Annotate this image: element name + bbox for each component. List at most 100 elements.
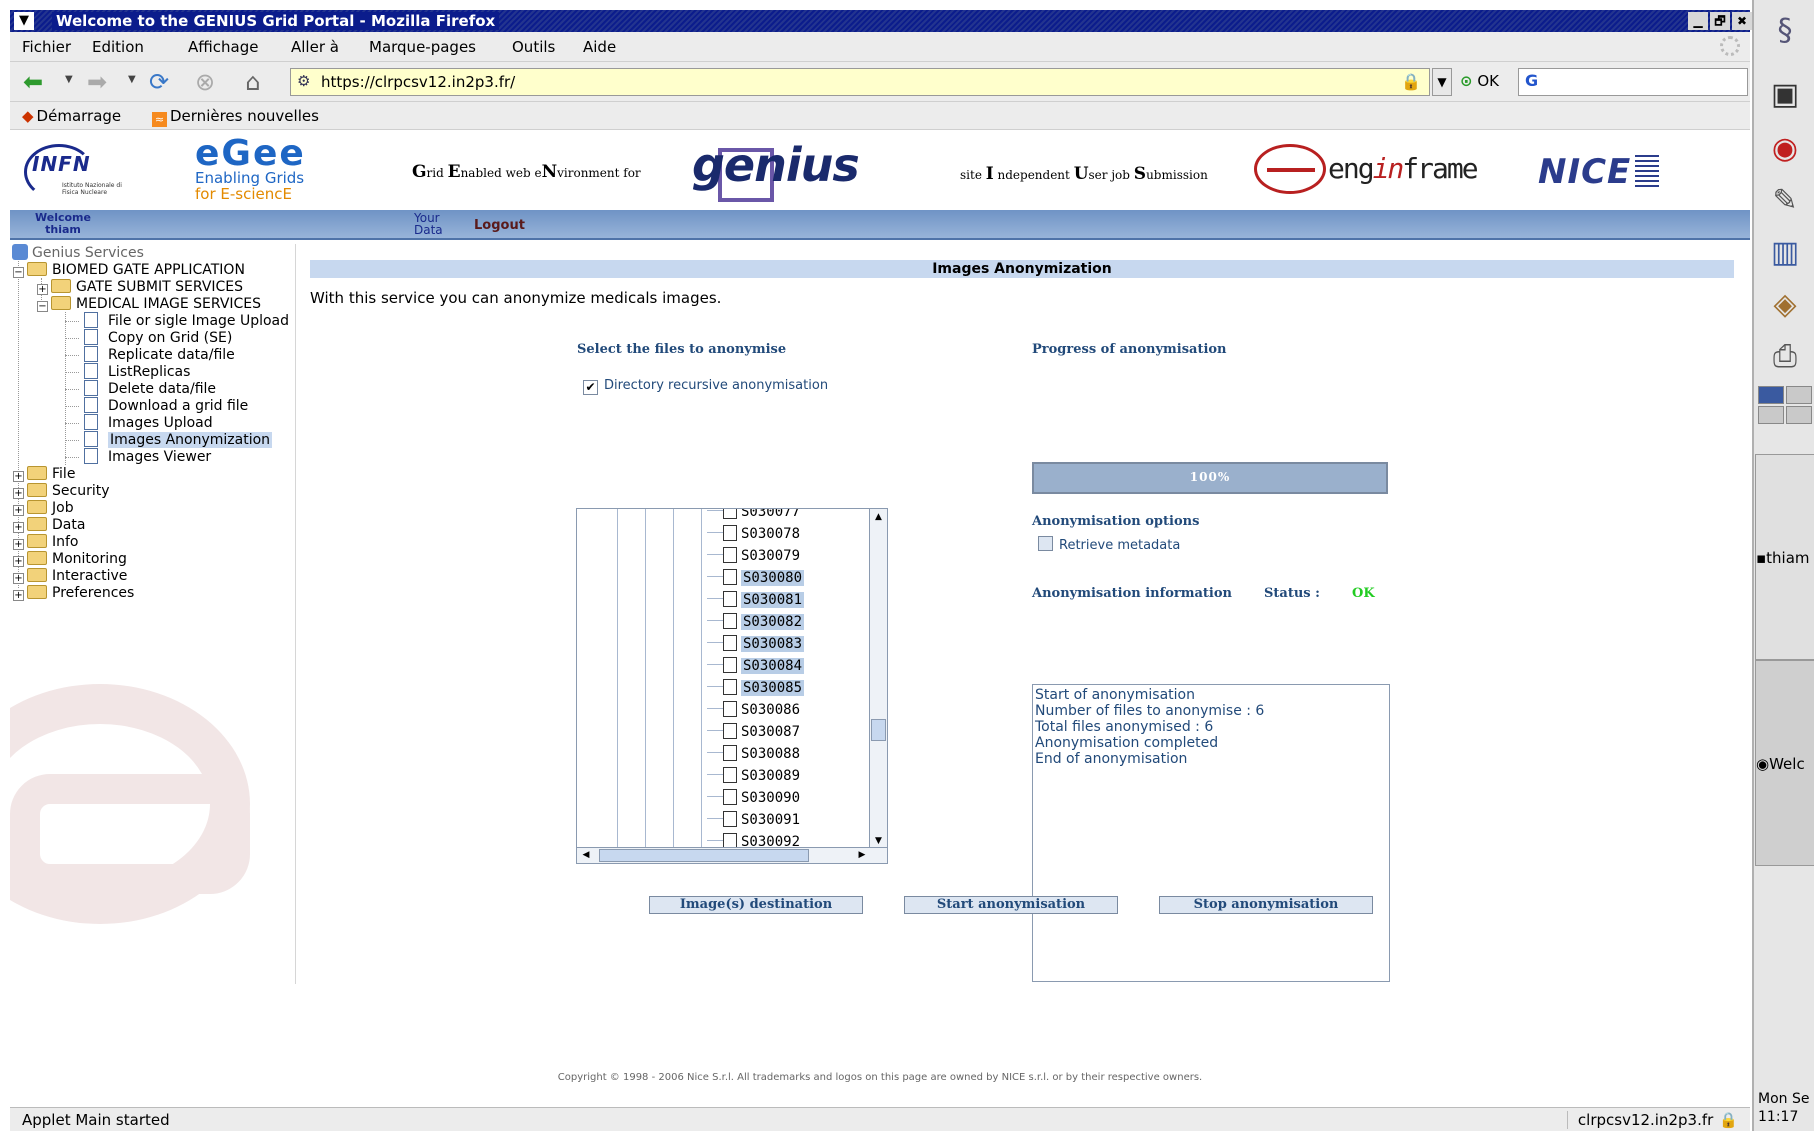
- file-row[interactable]: S030085: [707, 679, 805, 698]
- kde-menu-icon[interactable]: §: [1760, 8, 1810, 54]
- back-dropdown-icon[interactable]: ▼: [65, 74, 73, 85]
- retrieve-metadata-checkbox[interactable]: Retrieve metadata: [1038, 536, 1180, 553]
- expand-icon[interactable]: +: [13, 471, 24, 482]
- horizontal-scrollbar[interactable]: ◀ ▶: [577, 847, 887, 863]
- menu-fichier[interactable]: Fichier: [22, 38, 71, 56]
- bookmark-demarrage[interactable]: ◆ Démarrage: [22, 107, 121, 125]
- workspace-3[interactable]: [1758, 406, 1784, 424]
- file-row[interactable]: S030091: [707, 811, 800, 830]
- menu-aide[interactable]: Aide: [583, 38, 616, 56]
- tree-folder-file[interactable]: + File: [13, 465, 75, 483]
- tree-item-copy[interactable]: Copy on Grid (SE): [84, 329, 232, 347]
- forward-icon[interactable]: ➡: [82, 68, 112, 96]
- start-anonymisation-button[interactable]: Start anonymisation: [904, 896, 1118, 914]
- tree-folder-data[interactable]: + Data: [13, 516, 85, 534]
- home-icon[interactable]: ⌂: [238, 68, 268, 96]
- maximize-button[interactable]: 🗗: [1710, 12, 1730, 30]
- logout-link[interactable]: Logout: [474, 218, 525, 233]
- office-icon[interactable]: ▥: [1760, 230, 1810, 276]
- file-row[interactable]: S030090: [707, 789, 800, 808]
- lock-icon[interactable]: 🔒: [1401, 72, 1421, 91]
- url-text[interactable]: https://clrpcsv12.in2p3.fr/: [321, 73, 515, 91]
- workspace-1[interactable]: [1758, 386, 1784, 404]
- file-row[interactable]: S030088: [707, 745, 800, 764]
- tree-item-images-anonymization[interactable]: Images Anonymization: [84, 431, 273, 449]
- expand-icon[interactable]: +: [13, 539, 24, 550]
- tree-item-images-viewer[interactable]: Images Viewer: [84, 448, 211, 466]
- tree-folder-monitoring[interactable]: + Monitoring: [13, 550, 127, 568]
- bookmark-dernieres-nouvelles[interactable]: ≈ Dernières nouvelles: [152, 107, 319, 127]
- package-icon[interactable]: ◈: [1760, 282, 1810, 328]
- scroll-left-icon[interactable]: ◀: [577, 848, 595, 863]
- window-titlebar[interactable]: ▼ Welcome to the GENIUS Grid Portal - Mo…: [10, 10, 1752, 32]
- expand-icon[interactable]: +: [13, 505, 24, 516]
- stop-anonymisation-button[interactable]: Stop anonymisation: [1159, 896, 1373, 914]
- url-history-dropdown-icon[interactable]: ▼: [1432, 68, 1452, 96]
- file-row[interactable]: S030084: [707, 657, 805, 676]
- file-row[interactable]: S030078: [707, 525, 800, 544]
- tree-folder-info[interactable]: + Info: [13, 533, 79, 551]
- collapse-icon[interactable]: −: [13, 267, 24, 278]
- back-icon[interactable]: ⬅: [18, 68, 48, 96]
- tree-folder-security[interactable]: + Security: [13, 482, 110, 500]
- file-tree[interactable]: S030077 S030078 S030079 S030080 S030081 S0300…: [576, 508, 888, 864]
- file-row[interactable]: S030086: [707, 701, 800, 720]
- url-bar[interactable]: ⚙ https://clrpcsv12.in2p3.fr/ 🔒: [290, 68, 1430, 96]
- window-menu-icon[interactable]: ▼: [14, 12, 34, 30]
- info-textarea[interactable]: Start of anonymisation Number of files t…: [1032, 684, 1390, 982]
- file-row[interactable]: S030079: [707, 547, 800, 566]
- tree-item-replicate[interactable]: Replicate data/file: [84, 346, 235, 364]
- browser-icon[interactable]: ◉: [1760, 126, 1810, 172]
- tree-folder-preferences[interactable]: + Preferences: [13, 584, 134, 602]
- tree-biomed-gate[interactable]: − BIOMED GATE APPLICATION: [13, 261, 245, 279]
- scroll-right-icon[interactable]: ▶: [853, 848, 871, 863]
- file-row[interactable]: S030081: [707, 591, 805, 610]
- scroll-up-icon[interactable]: ▲: [870, 509, 887, 525]
- tree-gate-submit[interactable]: + GATE SUBMIT SERVICES: [37, 278, 243, 296]
- file-row[interactable]: S030077: [707, 509, 800, 522]
- expand-icon[interactable]: +: [37, 284, 48, 295]
- expand-icon[interactable]: +: [13, 590, 24, 601]
- scroll-thumb[interactable]: [599, 849, 809, 862]
- tree-medical-image[interactable]: − MEDICAL IMAGE SERVICES: [37, 295, 261, 313]
- tree-item-download[interactable]: Download a grid file: [84, 397, 248, 415]
- checkbox-unchecked-icon[interactable]: [1038, 536, 1053, 551]
- expand-icon[interactable]: +: [13, 488, 24, 499]
- vertical-scrollbar[interactable]: ▲ ▼: [869, 509, 887, 849]
- expand-icon[interactable]: +: [13, 556, 24, 567]
- your-data-link[interactable]: Your Data: [414, 212, 443, 236]
- forward-dropdown-icon[interactable]: ▼: [128, 74, 136, 85]
- reload-icon[interactable]: ⟳: [144, 68, 174, 96]
- collapse-icon[interactable]: −: [37, 301, 48, 312]
- workspace-2[interactable]: [1786, 386, 1812, 404]
- clock[interactable]: Mon Se 11:17: [1758, 1090, 1809, 1126]
- expand-icon[interactable]: +: [13, 522, 24, 533]
- tree-folder-interactive[interactable]: + Interactive: [13, 567, 127, 585]
- menu-outils[interactable]: Outils: [512, 38, 555, 56]
- lock-icon[interactable]: 🔒: [1719, 1111, 1738, 1129]
- file-row[interactable]: S030083: [707, 635, 805, 654]
- menu-marque-pages[interactable]: Marque-pages: [369, 38, 476, 56]
- tree-root[interactable]: Genius Services: [12, 244, 144, 262]
- task-terminal[interactable]: ▪thiam: [1755, 454, 1814, 660]
- printer-icon[interactable]: ⎙: [1760, 334, 1810, 380]
- menu-aller-a[interactable]: Aller à: [291, 38, 339, 56]
- file-row[interactable]: S030087: [707, 723, 800, 742]
- expand-icon[interactable]: +: [13, 573, 24, 584]
- go-button[interactable]: ⊙ OK: [1460, 72, 1499, 90]
- tree-item-images-upload[interactable]: Images Upload: [84, 414, 213, 432]
- editor-icon[interactable]: ✎: [1760, 178, 1810, 224]
- file-row[interactable]: S030082: [707, 613, 805, 632]
- workspace-pager[interactable]: [1758, 386, 1814, 426]
- file-row[interactable]: S030089: [707, 767, 800, 786]
- tree-item-upload[interactable]: File or sigle Image Upload: [84, 312, 289, 330]
- tree-item-listreplicas[interactable]: ListReplicas: [84, 363, 190, 381]
- file-row[interactable]: S030080: [707, 569, 805, 588]
- google-search-icon[interactable]: G: [1525, 71, 1538, 90]
- menu-affichage[interactable]: Affichage: [188, 38, 258, 56]
- workspace-4[interactable]: [1786, 406, 1812, 424]
- checkbox-checked-icon[interactable]: ✔: [583, 380, 598, 395]
- minimize-button[interactable]: ▁: [1688, 12, 1708, 30]
- menu-edition[interactable]: Edition: [92, 38, 144, 56]
- tree-item-delete[interactable]: Delete data/file: [84, 380, 216, 398]
